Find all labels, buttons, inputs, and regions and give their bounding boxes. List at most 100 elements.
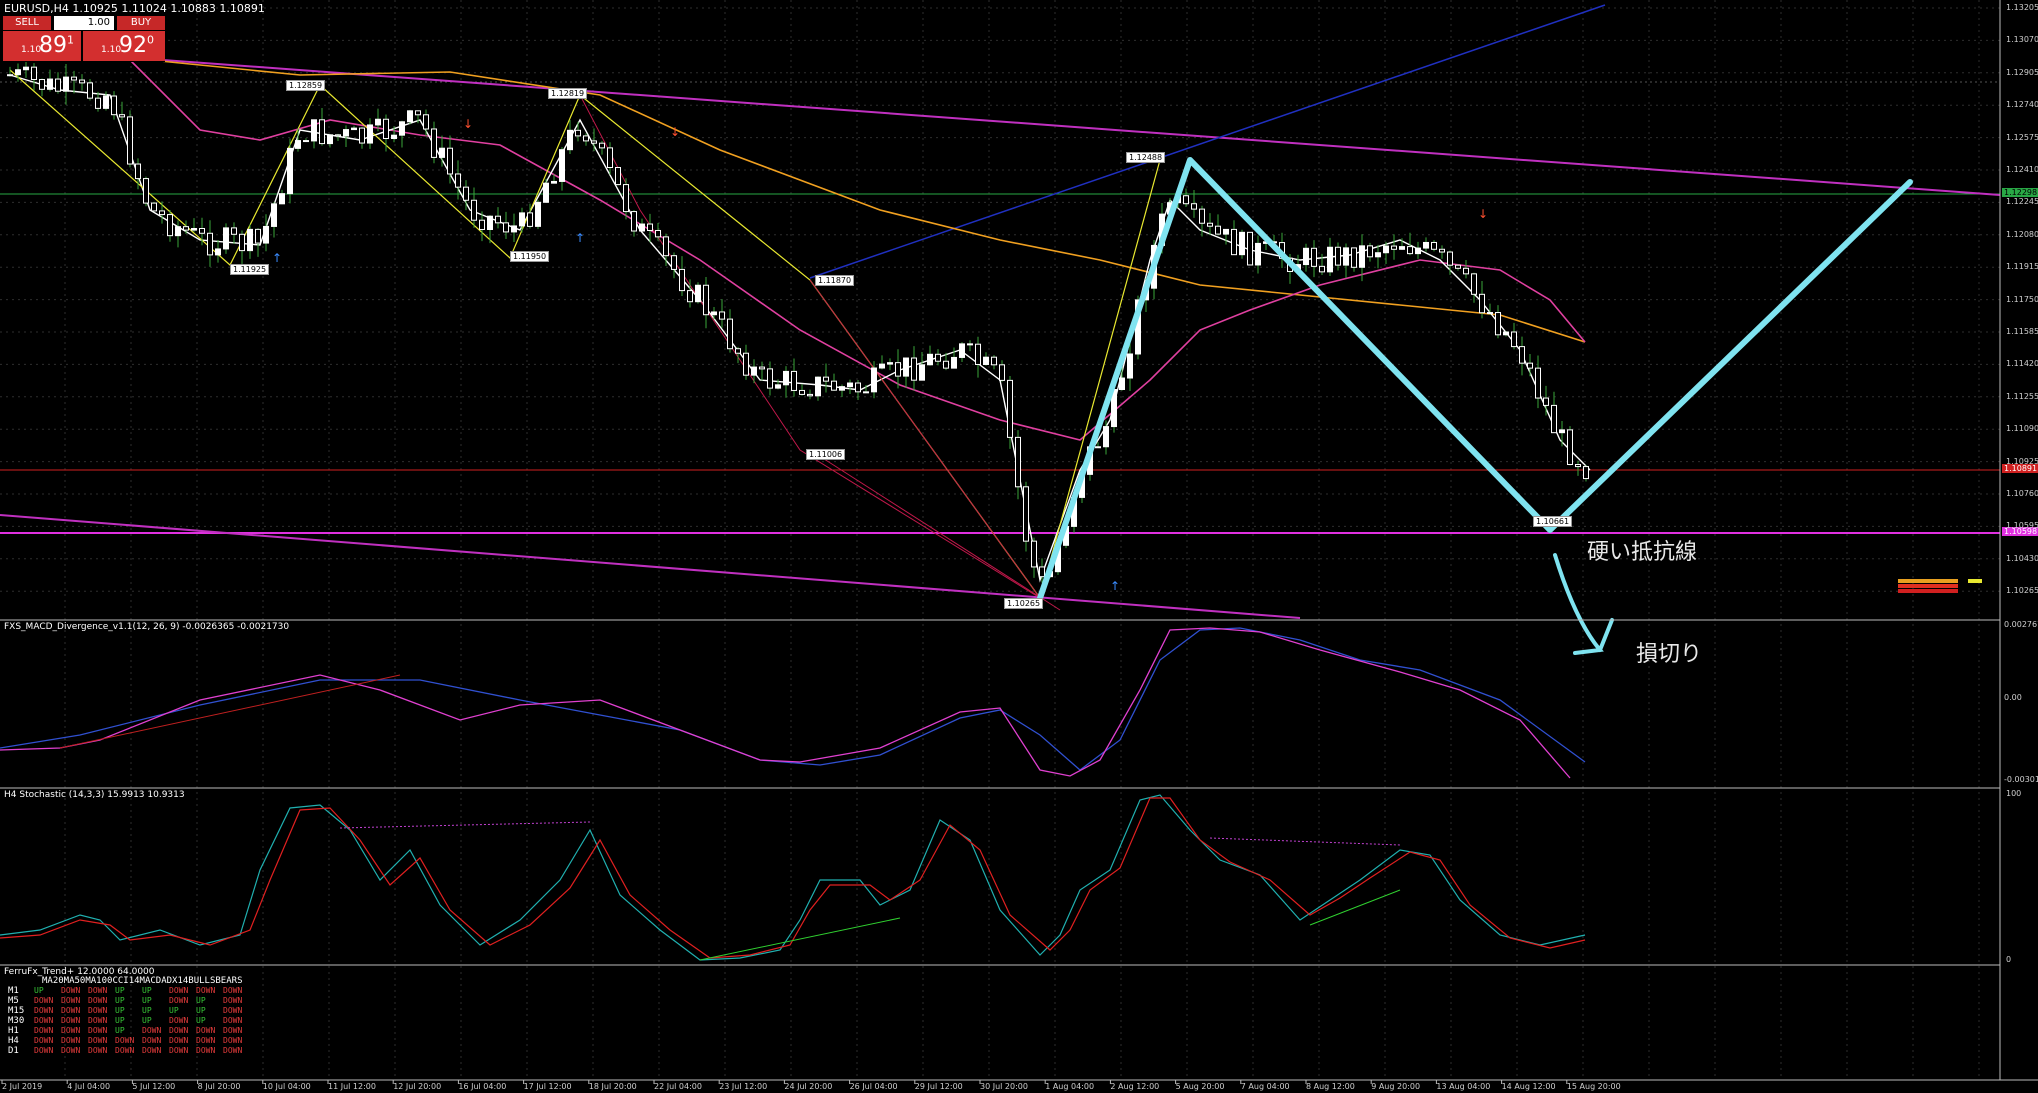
candle-body — [463, 186, 469, 201]
chart-canvas[interactable]: ↑ ↑ ↑ ↓ ↓ ↓ — [0, 0, 2038, 1093]
candle-body — [519, 212, 525, 227]
candle-body — [991, 356, 997, 366]
swing-price-label: 1.12819 — [548, 88, 588, 99]
candle-body — [567, 129, 573, 151]
time-axis-label: 11 Jul 12:00 — [328, 1082, 376, 1091]
candle-body — [87, 82, 93, 99]
swing-price-label: 1.11870 — [815, 275, 855, 286]
chart-grid — [0, 0, 2000, 1080]
candle-body — [1255, 242, 1261, 266]
candle-body — [383, 118, 389, 139]
candle-body — [1431, 241, 1437, 250]
trend-cell: DOWN — [61, 986, 81, 995]
candle-body — [575, 129, 581, 137]
stochastic-panel — [0, 794, 1586, 961]
down-arrow-icon: ↓ — [670, 125, 680, 139]
candle-body — [1463, 267, 1469, 275]
candle-body — [1519, 346, 1525, 364]
up-arrow-icon: ↑ — [272, 251, 282, 265]
candle-body — [783, 370, 789, 386]
buy-button[interactable]: BUY — [117, 16, 165, 30]
candle-body — [975, 343, 981, 365]
candle-body — [967, 343, 973, 346]
stoch-main-line — [0, 794, 1586, 961]
price-axis-label: 1.12575 — [2006, 132, 2038, 142]
candle-body — [407, 110, 413, 123]
candle-body — [39, 79, 45, 90]
candle-body — [831, 380, 837, 391]
candle-body — [559, 149, 565, 182]
swing-price-label: 1.11925 — [230, 264, 270, 275]
time-axis-label: 16 Jul 04:00 — [458, 1082, 507, 1091]
trend-cell: DOWN — [169, 1026, 189, 1035]
swing-price-label: 1.12859 — [286, 80, 326, 91]
candle-body — [655, 229, 661, 238]
candle-body — [1503, 331, 1509, 336]
candle-body — [1567, 429, 1573, 466]
candle-body — [703, 284, 709, 316]
candle-body — [591, 140, 597, 144]
buy-price-button[interactable]: 1.10 920 — [83, 31, 165, 61]
candle-body — [735, 348, 741, 354]
swing-price-label: 1.10661 — [1533, 516, 1573, 527]
candle-body — [423, 114, 429, 130]
swing-price-label: 1.11950 — [510, 251, 550, 262]
stop-loss-annotation: 損切り — [1636, 642, 1703, 667]
candle-body — [295, 140, 301, 149]
candle-body — [1391, 245, 1397, 250]
trend-cell: DOWN — [61, 1026, 81, 1035]
candle-body — [255, 228, 261, 244]
price-axis-label: 1.12905 — [2006, 67, 2038, 77]
trend-cell: DOWN — [169, 1046, 189, 1055]
candle-body — [191, 228, 197, 231]
candle-body — [679, 268, 685, 292]
candle-body — [1207, 222, 1213, 227]
trend-cell: UP — [142, 996, 152, 1005]
candle-body — [823, 376, 829, 382]
candle-body — [775, 384, 781, 389]
time-axis-label: 4 Jul 04:00 — [67, 1082, 111, 1091]
trend-table-row: M5 DOWN DOWN DOWN UP UP DOWN UP DOWN — [8, 996, 250, 1006]
candle-body — [543, 182, 549, 203]
candle-body — [1095, 446, 1101, 449]
sell-button[interactable]: SELL — [3, 16, 51, 30]
trend-table-header: MA20MA50MA100CCI14MACDADX14BULLSBEARS — [42, 976, 243, 986]
sell-price-button[interactable]: 1.10 891 — [3, 31, 81, 61]
candle-body — [63, 76, 69, 92]
stochastic-indicator-title: H4 Stochastic (14,3,3) 15.9913 10.9313 — [4, 790, 185, 800]
trend-table-row: M1 UP DOWN DOWN UP UP DOWN DOWN DOWN — [8, 986, 250, 996]
price-axis-label: 1.10760 — [2006, 489, 2038, 498]
candle-body — [911, 357, 917, 381]
candle-body — [1367, 245, 1373, 258]
sell-price-main: 891 — [39, 33, 74, 58]
candle-body — [1319, 265, 1325, 273]
trend-cell: DOWN — [61, 1046, 81, 1055]
candle-body — [391, 134, 397, 139]
trend-cell: DOWN — [223, 1036, 243, 1045]
buy-price-main: 920 — [119, 33, 154, 58]
time-axis-label: 13 Aug 04:00 — [1436, 1082, 1491, 1091]
trend-cell: DOWN — [223, 1026, 243, 1035]
candle-body — [983, 356, 989, 365]
stoch-divergence-line — [1209, 837, 1401, 846]
candle-body — [1479, 293, 1485, 314]
candle-body — [119, 114, 125, 118]
candle-body — [815, 376, 821, 397]
candle-body — [951, 356, 957, 369]
trend-cell: UP — [169, 1006, 179, 1015]
candle-body — [1199, 208, 1205, 224]
price-axis-label: 1.11585 — [2006, 327, 2038, 336]
candle-body — [999, 364, 1005, 381]
candle-body — [471, 199, 477, 221]
candle-body — [871, 367, 877, 393]
candle-body — [15, 69, 21, 76]
lot-size-input[interactable]: 1.00 — [54, 16, 114, 30]
candle-body — [287, 147, 293, 195]
candle-body — [503, 222, 509, 233]
time-axis-label: 15 Aug 20:00 — [1566, 1082, 1621, 1091]
candle-body — [1415, 247, 1421, 255]
candle-body — [23, 66, 29, 71]
candle-body — [1455, 264, 1461, 269]
candle-body — [1039, 566, 1045, 578]
candle-body — [903, 357, 909, 377]
